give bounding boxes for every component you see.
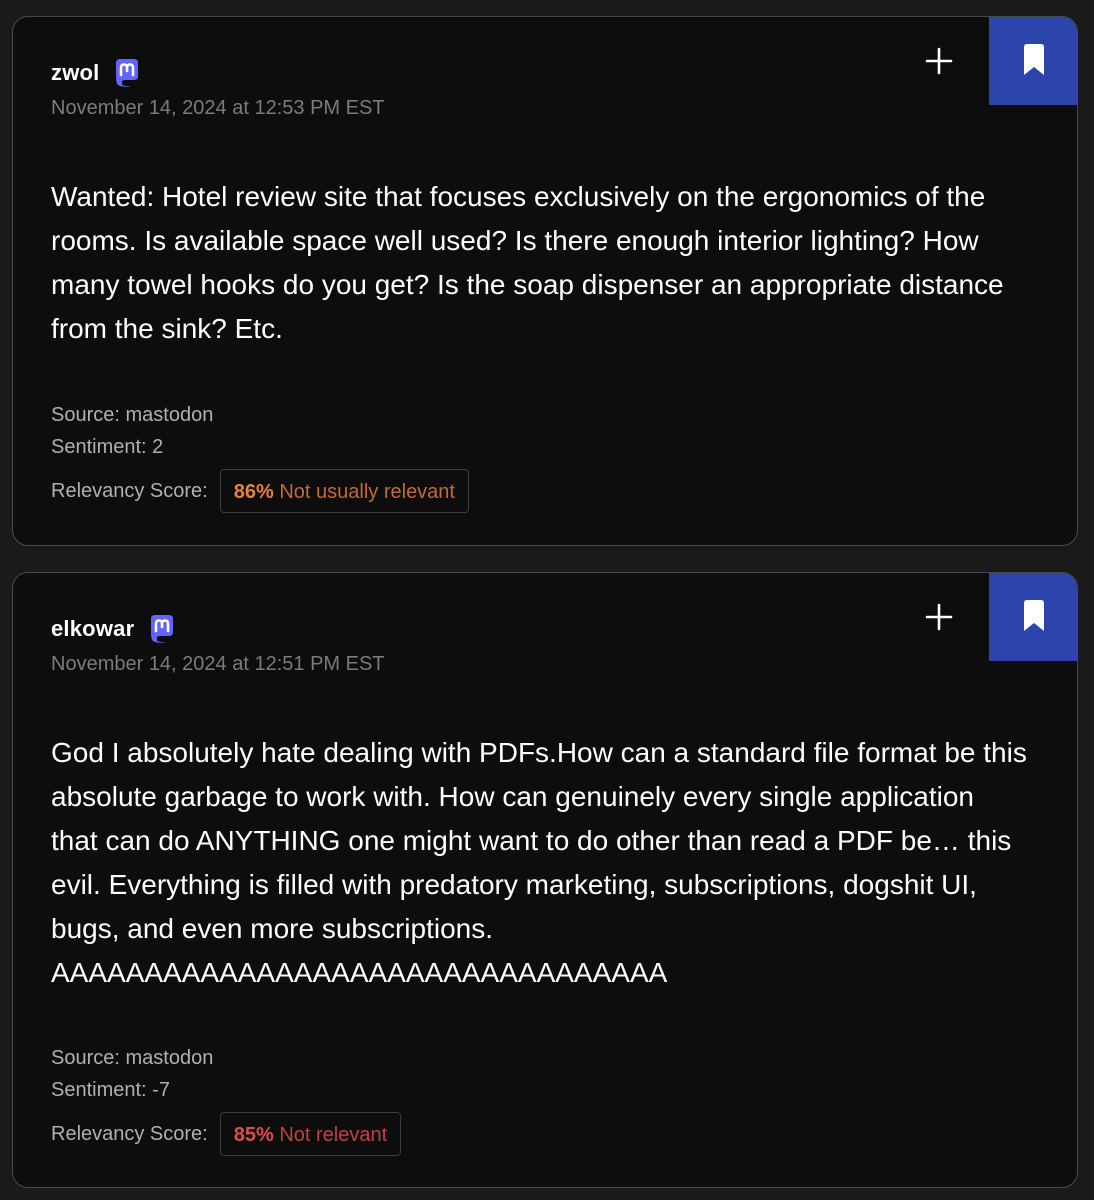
relevancy-label: Relevancy Score: xyxy=(51,1122,208,1145)
mastodon-icon xyxy=(111,57,143,89)
relevancy-percent: 85% xyxy=(233,1124,274,1146)
post-meta: Source: mastodon Sentiment: -7 Relevancy… xyxy=(51,1042,402,1156)
username[interactable]: zwol xyxy=(51,60,99,86)
relevancy-text: Not relevant xyxy=(279,1124,388,1146)
post-timestamp: November 14, 2024 at 12:53 PM EST xyxy=(51,97,385,119)
post-feed: zwol November 14, 2024 at 12:53 PM EST W… xyxy=(0,0,1094,1200)
source-label: Source: mastodon xyxy=(51,404,214,426)
add-button[interactable] xyxy=(919,41,959,81)
mastodon-icon xyxy=(146,613,178,645)
sentiment-label: Sentiment: -7 xyxy=(51,1079,170,1101)
plus-icon xyxy=(925,47,953,75)
post-card: elkowar November 14, 2024 at 12:51 PM ES… xyxy=(12,572,1078,1188)
post-meta: Source: mastodon Sentiment: 2 Relevancy … xyxy=(51,399,469,513)
bookmark-button[interactable] xyxy=(989,573,1077,661)
relevancy-badge: 85% Not relevant xyxy=(219,1112,402,1156)
bookmark-button[interactable] xyxy=(989,17,1077,105)
plus-icon xyxy=(925,603,953,631)
add-button[interactable] xyxy=(919,597,959,637)
relevancy-badge: 86% Not usually relevant xyxy=(219,469,469,513)
post-text: Wanted: Hotel review site that focuses e… xyxy=(51,181,1004,344)
bookmark-icon xyxy=(1024,44,1044,75)
username[interactable]: elkowar xyxy=(51,616,134,642)
post-header: zwol xyxy=(51,57,143,89)
bookmark-icon xyxy=(1024,600,1044,631)
post-card: zwol November 14, 2024 at 12:53 PM EST W… xyxy=(12,16,1078,546)
sentiment-label: Sentiment: 2 xyxy=(51,436,164,458)
relevancy-row: Relevancy Score: 85% Not relevant xyxy=(51,1112,402,1156)
post-timestamp: November 14, 2024 at 12:51 PM EST xyxy=(51,653,385,675)
relevancy-row: Relevancy Score: 86% Not usually relevan… xyxy=(51,469,469,513)
relevancy-label: Relevancy Score: xyxy=(51,479,208,502)
post-text: God I absolutely hate dealing with PDFs.… xyxy=(51,737,1027,988)
relevancy-percent: 86% xyxy=(233,481,274,503)
relevancy-text: Not usually relevant xyxy=(279,481,455,503)
post-header: elkowar xyxy=(51,613,178,645)
source-label: Source: mastodon xyxy=(51,1047,214,1069)
